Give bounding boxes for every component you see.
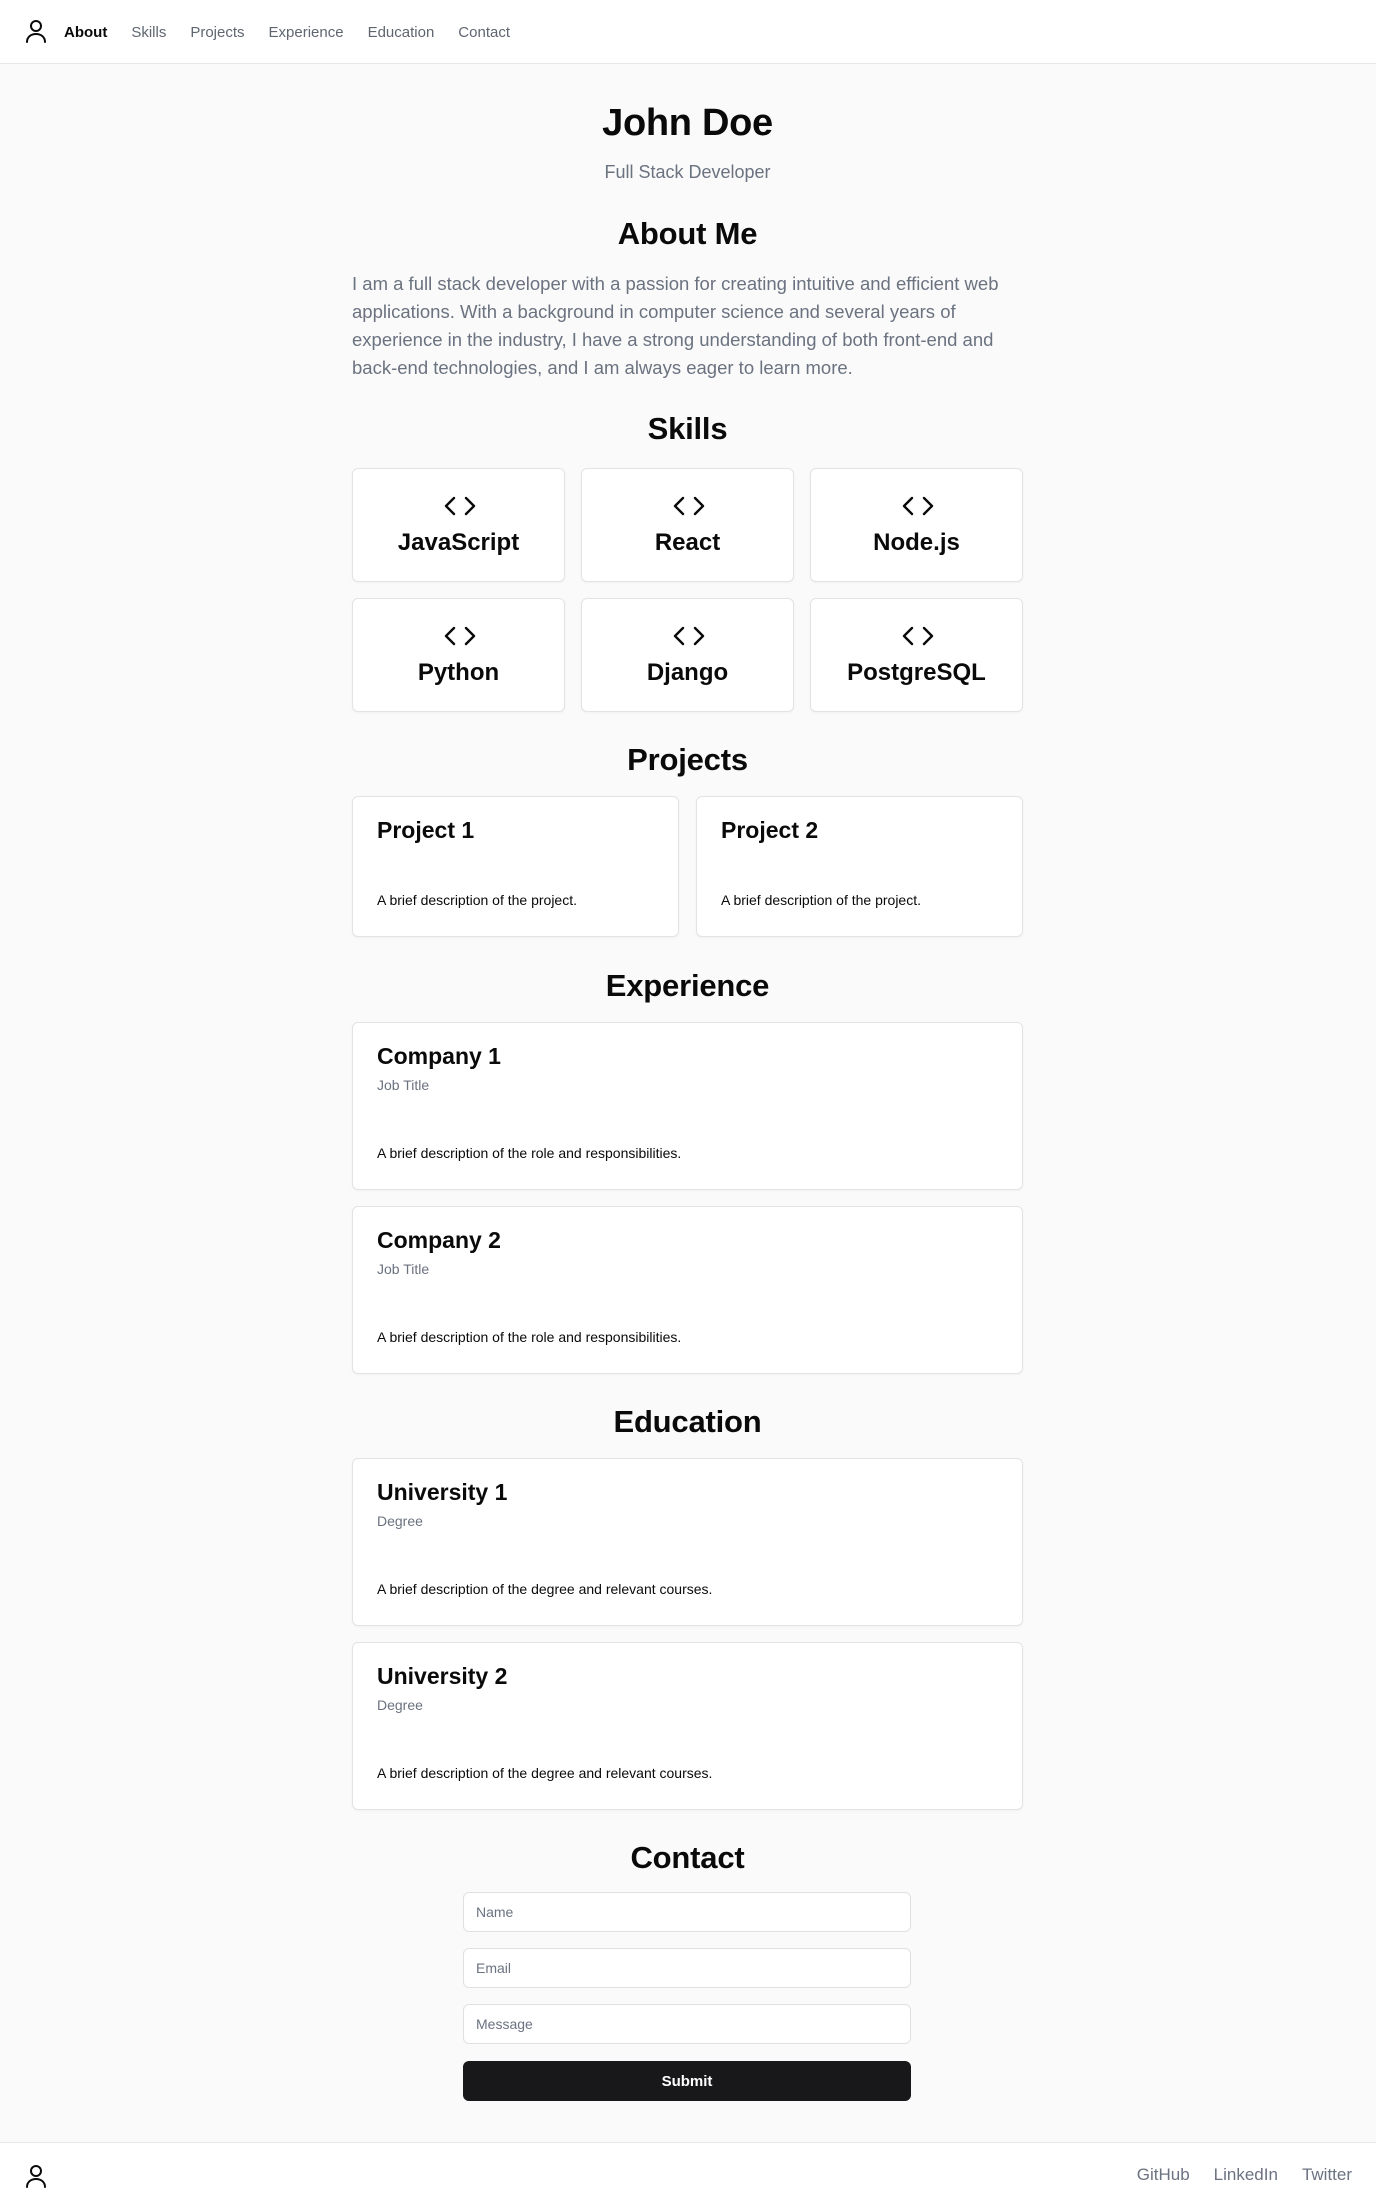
skill-name: React [654, 529, 721, 556]
skill-card-javascript: JavaScript [352, 468, 565, 582]
education-description: A brief description of the degree and re… [377, 1581, 713, 1597]
code-icon [444, 625, 476, 647]
nav-about[interactable]: About [64, 24, 107, 41]
footer-link-github[interactable]: GitHub [1137, 2165, 1190, 2185]
about-text: I am a full stack developer with a passi… [352, 273, 999, 378]
message-field[interactable] [463, 2004, 911, 2044]
school-name: University 2 [377, 1663, 508, 1689]
code-icon [902, 625, 934, 647]
user-icon[interactable] [24, 18, 48, 44]
experience-card: Company 1 Job Title A brief description … [352, 1022, 1023, 1190]
project-description: A brief description of the project. [377, 892, 577, 908]
education-heading: Education [613, 1404, 762, 1439]
project-description: A brief description of the project. [721, 892, 921, 908]
job-title: Job Title [377, 1077, 430, 1093]
site-footer: GitHub LinkedIn Twitter [0, 2142, 1376, 2206]
nav-projects[interactable]: Projects [190, 24, 244, 41]
code-icon [673, 625, 705, 647]
name-field[interactable] [463, 1892, 911, 1932]
email-field[interactable] [463, 1948, 911, 1988]
skill-card-postgresql: PostgreSQL [810, 598, 1023, 712]
degree: Degree [377, 1697, 423, 1713]
code-icon [902, 495, 934, 517]
education-description: A brief description of the degree and re… [377, 1765, 713, 1781]
skills-heading: Skills [647, 411, 728, 446]
project-card[interactable]: Project 2 A brief description of the pro… [696, 796, 1023, 937]
projects-heading: Projects [627, 742, 748, 777]
nav-education[interactable]: Education [368, 24, 435, 41]
company-name: Company 2 [377, 1227, 501, 1253]
skill-card-django: Django [581, 598, 794, 712]
degree: Degree [377, 1513, 423, 1529]
site-header: About Skills Projects Experience Educati… [0, 0, 1376, 64]
school-name: University 1 [377, 1479, 508, 1505]
main-nav: About Skills Projects Experience Educati… [64, 0, 534, 64]
code-icon [444, 495, 476, 517]
about-heading: About Me [617, 216, 758, 251]
footer-link-linkedin[interactable]: LinkedIn [1214, 2165, 1278, 2185]
skill-card-python: Python [352, 598, 565, 712]
experience-heading: Experience [605, 968, 770, 1003]
experience-description: A brief description of the role and resp… [377, 1329, 682, 1345]
skill-name: Django [646, 659, 729, 686]
experience-card: Company 2 Job Title A brief description … [352, 1206, 1023, 1374]
skill-name: JavaScript [397, 529, 520, 556]
hero-name: John Doe [602, 102, 773, 144]
nav-experience[interactable]: Experience [269, 24, 344, 41]
education-card: University 2 Degree A brief description … [352, 1642, 1023, 1810]
skill-name: Python [417, 659, 500, 686]
code-icon [673, 495, 705, 517]
skill-card-react: React [581, 468, 794, 582]
skill-name: Node.js [873, 529, 960, 556]
company-name: Company 1 [377, 1043, 501, 1069]
hero-title: Full Stack Developer [604, 162, 771, 182]
nav-contact[interactable]: Contact [458, 24, 510, 41]
contact-heading: Contact [630, 1840, 745, 1875]
project-title: Project 2 [721, 817, 819, 843]
job-title: Job Title [377, 1261, 430, 1277]
skill-card-nodejs: Node.js [810, 468, 1023, 582]
footer-link-twitter[interactable]: Twitter [1302, 2165, 1352, 2185]
education-card: University 1 Degree A brief description … [352, 1458, 1023, 1626]
nav-skills[interactable]: Skills [131, 24, 166, 41]
footer-links: GitHub LinkedIn Twitter [1113, 2143, 1352, 2206]
project-card[interactable]: Project 1 A brief description of the pro… [352, 796, 679, 937]
user-icon[interactable] [24, 2163, 48, 2189]
experience-description: A brief description of the role and resp… [377, 1145, 682, 1161]
submit-button[interactable]: Submit [463, 2061, 911, 2101]
project-title: Project 1 [377, 817, 475, 843]
skill-name: PostgreSQL [847, 659, 986, 686]
